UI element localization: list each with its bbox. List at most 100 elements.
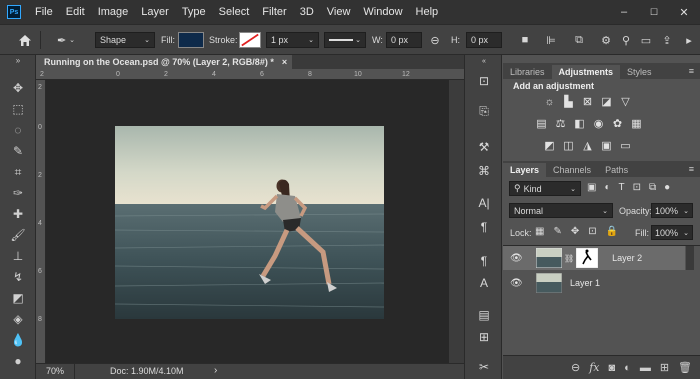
fill-input[interactable]: 100% ⌄ [651,225,693,240]
layer-filter-select[interactable]: ⚲ Kind ⌄ [509,181,581,196]
path-alignment-icon[interactable]: ⊫ [544,32,558,48]
lock-all-icon[interactable]: 🔒 [606,226,618,237]
brush-tool-icon[interactable]: 🖌 [8,226,28,244]
menu-window[interactable]: Window [363,6,402,18]
home-icon[interactable] [16,32,34,48]
eyedropper-tool-icon[interactable]: ✑ [8,184,28,202]
minimize-button[interactable]: – [612,0,636,24]
link-dimensions-icon[interactable]: ⊖ [428,32,442,48]
search-icon[interactable]: ⚲ [619,32,633,48]
layer-mask-thumbnail[interactable] [576,248,599,268]
menu-3d[interactable]: 3D [300,6,314,18]
fx-icon[interactable]: fx [589,361,599,374]
navigator-icon[interactable]: ⊡ [475,73,493,89]
channel-mixer-icon[interactable]: ✿ [611,117,624,130]
pen-tool-preset-icon[interactable]: ✒ ⌄ [52,32,80,48]
workspace-icon[interactable]: ▭ [638,32,654,48]
pixel-filter-icon[interactable]: ▣ [587,182,596,193]
crop-tool-icon[interactable]: ⌗ [8,163,28,181]
tab-styles[interactable]: Styles [620,65,659,79]
marquee-tool-icon[interactable]: ⬚ [8,100,28,118]
paint-bucket-tool-icon[interactable]: ◈ [8,310,28,328]
paragraph-icon[interactable]: ¶ [475,219,493,235]
delete-layer-trash-icon[interactable]: 🗑 [678,361,692,374]
lock-transparent-icon[interactable]: ▦ [535,226,544,237]
notes-icon[interactable]: ▤ [475,307,493,323]
stroke-width-input[interactable]: 1 px ⌄ [266,32,319,48]
width-input[interactable]: 0 px [386,32,422,48]
new-group-folder-icon[interactable]: ▬ [640,362,651,374]
move-tool-icon[interactable]: ✥ [8,79,28,97]
hue-saturation-icon[interactable]: ▤ [535,117,548,130]
layers-scrollbar[interactable] [686,246,694,270]
tab-libraries[interactable]: Libraries [503,65,552,79]
path-operations-icon[interactable]: ■ [518,32,532,48]
lock-position-icon[interactable]: ✥ [571,226,579,237]
vibrance-icon[interactable]: ▽ [619,95,632,108]
healing-brush-tool-icon[interactable]: ✚ [8,205,28,223]
vertical-scrollbar[interactable] [449,80,464,363]
path-arrangement-icon[interactable]: ⧉ [570,32,588,48]
stroke-type-select[interactable]: ⌄ [324,32,366,48]
link-layers-icon[interactable]: ⊖ [571,361,580,374]
dodge-tool-icon[interactable]: ● [8,352,28,370]
stroke-color-swatch[interactable] [239,32,261,48]
menu-view[interactable]: View [327,6,351,18]
add-mask-icon[interactable]: ◙ [609,362,616,374]
lock-artboard-icon[interactable]: ⊡ [588,226,596,237]
black-white-icon[interactable]: ◧ [573,117,586,130]
settings-gear-icon[interactable]: ⚙ [599,32,613,48]
tab-channels[interactable]: Channels [546,163,598,177]
eraser-tool-icon[interactable]: ◩ [8,289,28,307]
layer-row-layer-2[interactable]: 👁 ⛓ Layer 2 [503,246,685,270]
mask-link-icon[interactable]: ⛓ [564,254,574,263]
brush-settings-icon[interactable]: ⌘ [475,163,493,179]
character-styles-icon[interactable]: A [475,275,493,291]
tab-layers[interactable]: Layers [503,163,547,177]
adjustment-layer-icon[interactable]: ◐ [624,362,631,374]
more-icon[interactable]: ▸ [682,32,696,48]
brightness-contrast-icon[interactable]: ☼ [543,95,556,108]
lock-pixels-icon[interactable]: ✎ [553,226,561,237]
menu-file[interactable]: File [35,6,53,18]
color-balance-icon[interactable]: ⚖ [554,117,567,130]
posterize-icon[interactable]: ◫ [562,139,575,152]
status-menu-arrow-icon[interactable]: › [214,365,217,376]
history-icon[interactable]: ⎘ [475,103,493,119]
glyphs-icon[interactable]: ¶ [475,253,493,269]
document-tab[interactable]: Running on the Ocean.psd @ 70% (Layer 2,… [36,55,292,69]
blur-tool-icon[interactable]: 💧 [8,331,28,349]
levels-icon[interactable]: ▙ [562,95,575,108]
menu-layer[interactable]: Layer [141,6,169,18]
visibility-eye-icon[interactable]: 👁 [510,253,524,264]
opacity-input[interactable]: 100% ⌄ [651,203,693,218]
properties-icon[interactable]: ⚒ [475,139,493,155]
menu-help[interactable]: Help [416,6,439,18]
selective-color-icon[interactable]: ▣ [600,139,613,152]
character-icon[interactable]: A| [475,195,493,211]
layer-row-layer-1[interactable]: 👁 Layer 1 [503,271,685,295]
panel-menu-icon[interactable]: ≡ [689,164,694,174]
collapse-toolbar-icon[interactable]: » [8,55,28,65]
photo-filter-icon[interactable]: ◉ [592,117,605,130]
threshold-icon[interactable]: ◮ [581,139,594,152]
tab-paths[interactable]: Paths [598,163,635,177]
blend-mode-select[interactable]: Normal ⌄ [509,203,613,218]
type-filter-icon[interactable]: T [619,182,625,193]
new-layer-icon[interactable]: ⊞ [660,361,669,374]
invert-icon[interactable]: ◩ [543,139,556,152]
curves-icon[interactable]: ⊠ [581,95,594,108]
canvas-area[interactable] [46,80,449,363]
expand-panels-icon[interactable]: « [475,57,493,65]
menu-edit[interactable]: Edit [66,6,85,18]
color-lookup-icon[interactable]: ▦ [630,117,643,130]
gradient-map-icon[interactable]: ▭ [619,139,632,152]
menu-type[interactable]: Type [182,6,206,18]
lasso-tool-icon[interactable]: ◌ [8,121,28,139]
smart-object-filter-icon[interactable]: ⧉ [649,182,656,193]
close-document-icon[interactable]: × [282,57,287,67]
exposure-icon[interactable]: ◪ [600,95,613,108]
close-window-button[interactable]: ✕ [672,0,696,24]
tab-adjustments[interactable]: Adjustments [551,65,621,79]
history-brush-tool-icon[interactable]: ↯ [8,268,28,286]
